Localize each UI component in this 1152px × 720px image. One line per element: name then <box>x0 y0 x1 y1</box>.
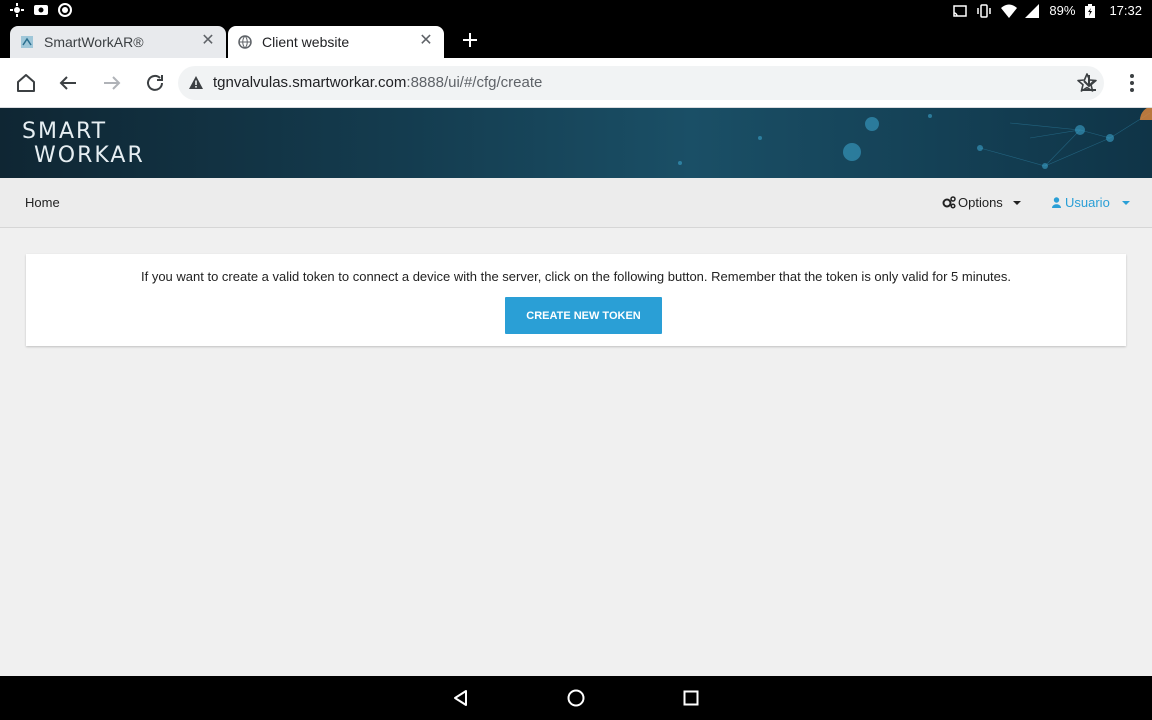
tab-smartworkar[interactable]: SmartWorkAR® ✕ <box>10 26 226 58</box>
reload-icon[interactable] <box>143 71 167 95</box>
record-notification-icon <box>58 3 72 17</box>
caret-down-icon <box>1012 200 1021 205</box>
nav-home-link[interactable]: Home <box>25 195 60 210</box>
close-tab-icon[interactable]: ✕ <box>418 33 434 49</box>
site-navbar: Home Options Usuario <box>0 178 1152 228</box>
status-bar: 89% 17:32 <box>0 0 1152 22</box>
tab-title: Client website <box>262 34 350 50</box>
site-header-banner: SMART WORKAR <box>0 108 1152 178</box>
download-icon[interactable] <box>1077 71 1101 95</box>
android-home-icon[interactable] <box>566 688 586 708</box>
options-dropdown[interactable]: Options <box>942 195 1021 210</box>
back-arrow-icon[interactable] <box>56 71 80 95</box>
user-label: Usuario <box>1065 195 1110 210</box>
new-tab-plus-icon[interactable] <box>458 28 482 52</box>
url-text: tgnvalvulas.smartworkar.com:8888/ui/#/cf… <box>213 74 542 91</box>
battery-percent: 89% <box>1049 3 1076 18</box>
network-decoration-graphic <box>678 112 1151 169</box>
tab-strip: SmartWorkAR® ✕ Client website ✕ <box>0 22 1152 58</box>
tab-client-website[interactable]: Client website ✕ <box>228 26 444 58</box>
clock: 17:32 <box>1109 3 1142 18</box>
logo-line-2: WORKAR <box>34 143 145 168</box>
android-back-icon[interactable] <box>451 688 471 708</box>
url-host: tgnvalvulas.smartworkar.com <box>213 74 407 91</box>
android-nav-bar <box>0 676 1152 720</box>
user-icon <box>1052 197 1061 208</box>
floating-orb-icon <box>1140 108 1152 120</box>
options-label: Options <box>958 195 1003 210</box>
menu-kebab-icon[interactable] <box>1120 71 1144 95</box>
token-instructions: If you want to create a valid token to c… <box>140 269 1012 284</box>
signal-icon <box>1025 3 1040 18</box>
user-dropdown[interactable]: Usuario <box>1052 195 1130 210</box>
logo-line-1: SMART <box>22 119 108 144</box>
video-notification-icon <box>34 3 48 17</box>
site-favicon-icon <box>20 35 34 49</box>
android-recents-icon[interactable] <box>681 688 701 708</box>
close-tab-icon[interactable]: ✕ <box>200 33 216 49</box>
caret-down-icon <box>1121 200 1130 205</box>
tab-title: SmartWorkAR® <box>44 34 144 50</box>
address-bar[interactable]: tgnvalvulas.smartworkar.com:8888/ui/#/cf… <box>178 66 1104 100</box>
url-path: :8888/ui/#/cfg/create <box>406 74 543 91</box>
gears-icon <box>942 196 956 209</box>
not-secure-warning-icon[interactable] <box>188 75 204 91</box>
vibrate-icon <box>977 3 992 18</box>
wifi-icon <box>1001 4 1018 18</box>
token-panel: If you want to create a valid token to c… <box>26 254 1126 346</box>
home-icon[interactable] <box>14 71 38 95</box>
forward-arrow-icon[interactable] <box>100 71 124 95</box>
settings-notification-icon <box>10 3 24 17</box>
cast-icon <box>953 4 968 18</box>
browser-toolbar: tgnvalvulas.smartworkar.com:8888/ui/#/cf… <box>0 58 1152 108</box>
smartworkar-logo[interactable]: SMART WORKAR <box>22 120 145 168</box>
globe-icon <box>238 35 252 49</box>
create-new-token-button[interactable]: CREATE NEW TOKEN <box>505 297 662 334</box>
battery-icon <box>1085 3 1099 18</box>
